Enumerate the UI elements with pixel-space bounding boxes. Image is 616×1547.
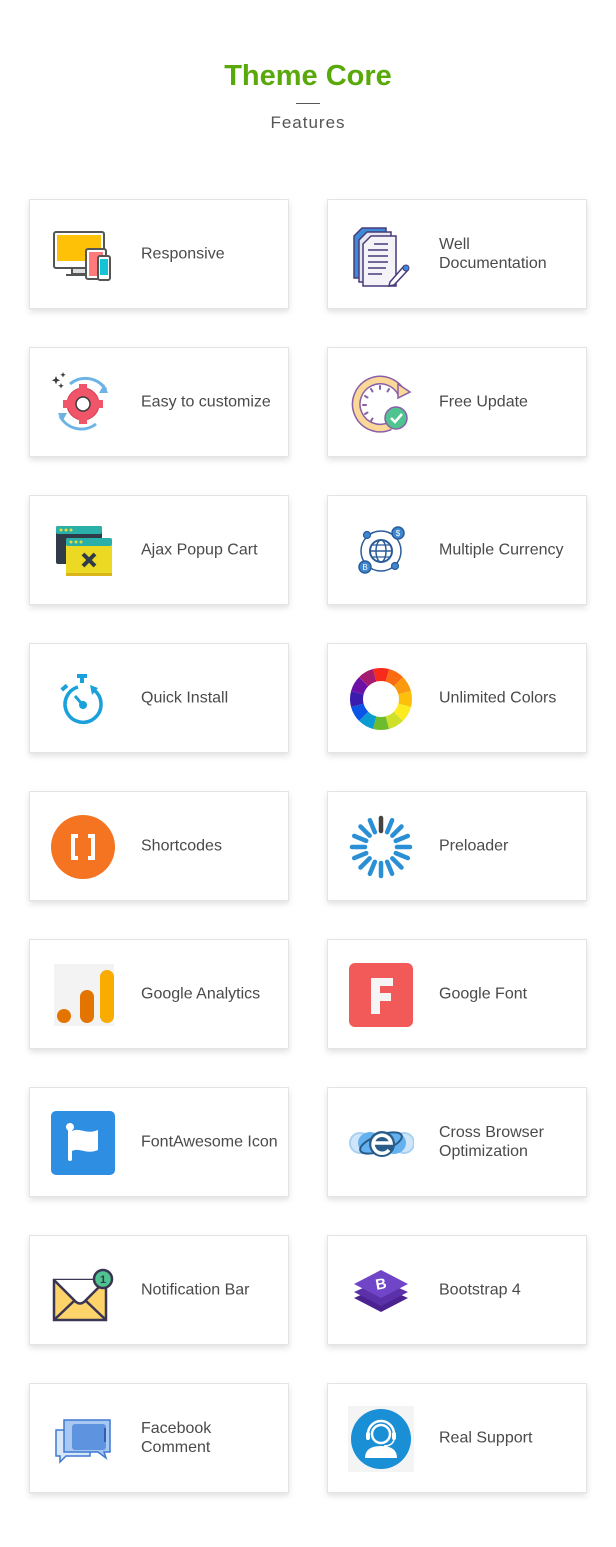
feature-label: Google Font <box>439 985 528 1003</box>
headset-support-icon <box>348 1406 414 1472</box>
browser-ie-icon <box>348 1110 414 1176</box>
spinner-tick <box>351 833 369 844</box>
feature-card-notification-bar: 1 Notification Bar <box>29 1235 289 1345</box>
currency-globe-icon: $ B <box>348 518 414 584</box>
feature-label: Responsive <box>141 245 225 263</box>
update-check-icon <box>348 370 414 436</box>
feature-label: Unlimited Colors <box>439 689 557 707</box>
svg-text:B: B <box>362 563 367 572</box>
section-subtitle: Features <box>270 113 346 132</box>
feature-label: Google Analytics <box>141 985 261 1003</box>
bootstrap-icon: B <box>348 1258 414 1324</box>
feature-label: Real Support <box>439 1429 533 1447</box>
flag-icon <box>50 1110 116 1176</box>
font-f-icon <box>348 962 414 1028</box>
svg-text:$: $ <box>396 529 401 538</box>
envelope-notification-icon: 1 <box>50 1258 116 1324</box>
analytics-bars-icon <box>50 962 116 1028</box>
responsive-devices-icon <box>50 222 116 288</box>
feature-card-real-support: Real Support <box>327 1383 587 1493</box>
feature-card-free-update: Free Update <box>327 347 587 457</box>
feature-label: Well Documentation <box>439 236 547 272</box>
spinner-tick <box>358 824 372 838</box>
gear-cycle-icon <box>50 370 116 436</box>
stopwatch-icon <box>50 666 116 732</box>
spinner-tick <box>358 856 372 870</box>
feature-card-fontawesome: FontAwesome Icon <box>29 1087 289 1197</box>
feature-card-bootstrap: B Bootstrap 4 <box>327 1235 587 1345</box>
feature-label: Cross Browser Optimization <box>439 1124 544 1160</box>
spinner-tick <box>390 824 404 838</box>
feature-card-responsive: Responsive <box>29 199 289 309</box>
section-header: Theme Core Features <box>0 58 616 133</box>
feature-card-preloader: Preloader <box>327 791 587 901</box>
feature-card-google-font: Google Font <box>327 939 587 1049</box>
popup-window-icon <box>50 518 116 584</box>
feature-card-google-analytics: Google Analytics <box>29 939 289 1049</box>
chat-bubbles-icon <box>50 1406 116 1472</box>
spinner-tick <box>393 850 411 861</box>
feature-card-quick-install: Quick Install <box>29 643 289 753</box>
section-title: Theme Core <box>224 60 392 92</box>
feature-label: Bootstrap 4 <box>439 1281 521 1299</box>
feature-label: Ajax Popup Cart <box>141 541 258 559</box>
spinner-tick <box>390 856 404 870</box>
feature-label: Shortcodes <box>141 837 222 855</box>
documents-icon <box>348 222 414 288</box>
feature-card-documentation: Well Documentation <box>327 199 587 309</box>
feature-label: Facebook Comment <box>141 1420 212 1456</box>
feature-label: Quick Install <box>141 689 229 707</box>
brackets-icon <box>50 814 116 880</box>
spinner-tick <box>367 817 378 835</box>
feature-card-cross-browser: Cross Browser Optimization <box>327 1087 587 1197</box>
spinner-tick <box>393 833 411 844</box>
feature-label: Notification Bar <box>141 1281 250 1299</box>
spinner-tick <box>384 817 395 835</box>
feature-card-shortcodes: Shortcodes <box>29 791 289 901</box>
svg-text:1: 1 <box>100 1274 106 1286</box>
color-wheel-icon <box>348 666 414 732</box>
feature-card-customize: Easy to customize <box>29 347 289 457</box>
feature-label: Preloader <box>439 837 509 855</box>
title-divider <box>296 103 320 104</box>
spinner-tick <box>351 850 369 861</box>
feature-label: Easy to customize <box>141 393 271 411</box>
spinner-icon <box>348 814 414 880</box>
feature-card-multiple-currency: $ B Multiple Currency <box>327 495 587 605</box>
feature-card-ajax-cart: Ajax Popup Cart <box>29 495 289 605</box>
feature-label: FontAwesome Icon <box>141 1133 278 1151</box>
feature-card-facebook-comment: Facebook Comment <box>29 1383 289 1493</box>
feature-label: Free Update <box>439 393 528 411</box>
feature-card-unlimited-colors: Unlimited Colors <box>327 643 587 753</box>
feature-label: Multiple Currency <box>439 541 564 559</box>
spinner-tick <box>384 859 395 877</box>
spinner-tick <box>367 859 378 877</box>
